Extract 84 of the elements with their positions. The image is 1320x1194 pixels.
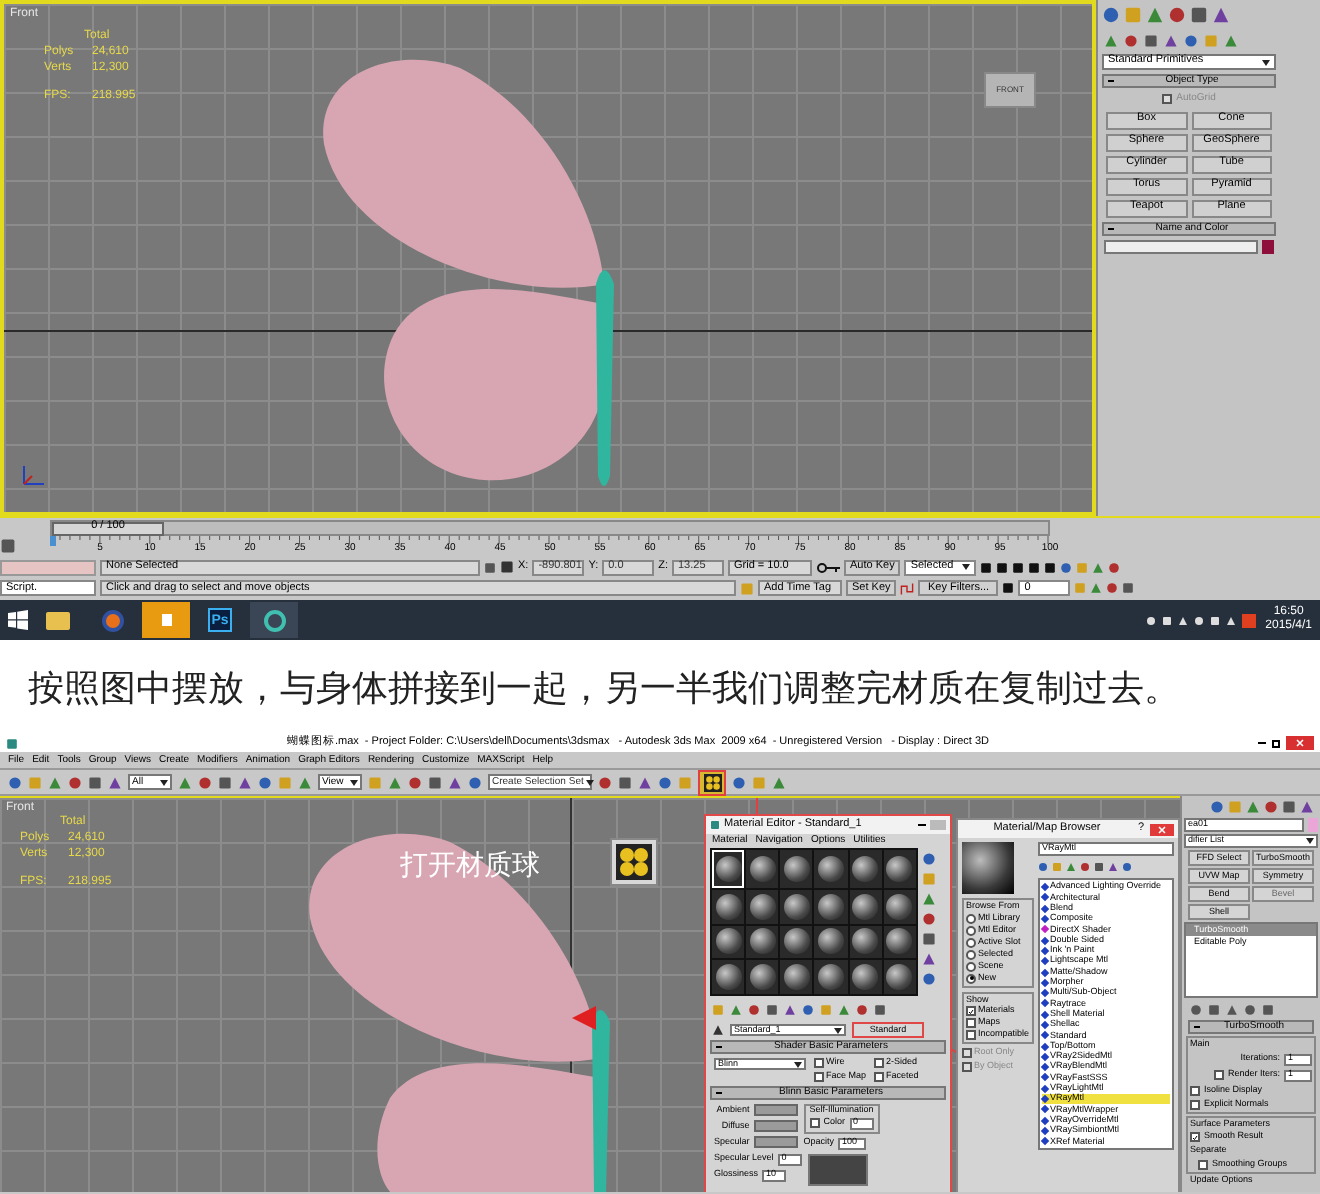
checkbox[interactable] (809, 1118, 820, 1128)
checkbox[interactable] (1190, 1085, 1200, 1095)
checkbox[interactable] (962, 1062, 972, 1072)
material-slot[interactable] (849, 960, 882, 994)
checkbox[interactable] (1190, 1099, 1200, 1109)
dropdown-caret-icon (962, 564, 971, 571)
material-slot[interactable] (814, 925, 848, 959)
annotation-text: 打开材质球 (400, 850, 540, 878)
dropdown-caret-icon (585, 779, 594, 785)
callout-line (756, 798, 758, 814)
material-balls-icon (703, 773, 721, 791)
dropdown-caret-icon (350, 779, 358, 785)
app-taskbar-icon[interactable] (250, 602, 298, 638)
radio-button[interactable] (966, 961, 976, 971)
material-slot[interactable] (780, 960, 813, 994)
radio-button[interactable] (966, 973, 976, 983)
checkbox[interactable] (962, 1048, 972, 1058)
close-button[interactable] (1150, 823, 1174, 835)
material-slot[interactable] (712, 850, 745, 888)
key-icon (816, 561, 840, 574)
color-swatch[interactable] (753, 1104, 798, 1116)
material-editor-button[interactable] (698, 769, 726, 795)
radio-button[interactable] (966, 949, 976, 959)
material-slot[interactable] (814, 960, 848, 994)
material-slot[interactable] (814, 850, 848, 888)
listener-field[interactable] (0, 559, 96, 576)
checkbox[interactable] (966, 1030, 976, 1040)
dropdown-caret-icon (1306, 838, 1314, 844)
material-slot[interactable] (712, 960, 745, 994)
windows-logo-icon[interactable] (8, 610, 28, 630)
checkbox[interactable] (966, 1018, 976, 1028)
material-slot[interactable] (780, 850, 813, 888)
material-slot[interactable] (849, 889, 882, 923)
radio-button[interactable] (966, 925, 976, 935)
checkbox[interactable] (874, 1058, 885, 1068)
material-slot[interactable] (780, 925, 813, 959)
material-slot[interactable] (780, 889, 813, 923)
material-slot[interactable] (883, 850, 916, 888)
material-preview (962, 842, 1014, 894)
highlight-curve-preview (807, 1153, 868, 1185)
dropdown-caret-icon (160, 779, 168, 785)
tray-app-icon (1241, 613, 1256, 627)
name-field[interactable] (1104, 239, 1258, 253)
checkbox[interactable] (966, 1006, 976, 1016)
key-curve-icon (900, 581, 915, 596)
color-swatch[interactable] (753, 1120, 798, 1132)
checkbox[interactable] (814, 1072, 824, 1082)
dropdown-caret-icon (1262, 59, 1270, 65)
material-balls-icon (610, 838, 658, 886)
checkbox[interactable] (1190, 1132, 1200, 1142)
material-slot[interactable] (883, 889, 916, 923)
color-swatch[interactable] (1262, 239, 1274, 253)
checkbox[interactable] (1162, 94, 1173, 105)
checkbox[interactable] (874, 1072, 885, 1082)
axis-gizmo-icon (572, 1006, 596, 1030)
object-color-swatch[interactable] (1308, 818, 1318, 832)
viewport[interactable] (0, 796, 1180, 1192)
close-button[interactable] (1286, 736, 1314, 750)
maximize-icon[interactable] (1272, 739, 1280, 747)
app-icon (710, 820, 720, 830)
color-swatch[interactable] (753, 1136, 798, 1148)
dropdown-caret-icon (834, 1027, 842, 1033)
material-slot[interactable] (712, 889, 745, 923)
material-slot[interactable] (746, 960, 779, 994)
radio-button[interactable] (966, 913, 976, 923)
material-slot[interactable] (814, 889, 848, 923)
material-slot[interactable] (746, 850, 779, 888)
radio-button[interactable] (966, 937, 976, 947)
material-slot[interactable] (883, 960, 916, 994)
caption: 按照图中摆放，与身体拼接到一起，另一半我们调整完材质在复制过去。 (28, 669, 1180, 705)
material-slot[interactable] (883, 925, 916, 959)
material-slot[interactable] (849, 850, 882, 888)
checkbox[interactable] (1198, 1159, 1208, 1169)
material-slot[interactable] (712, 925, 745, 959)
axis-tripod-icon (20, 460, 48, 488)
app-icon (6, 737, 18, 749)
material-slot[interactable] (849, 925, 882, 959)
dropdown-caret-icon (794, 1061, 802, 1067)
material-slot[interactable] (746, 925, 779, 959)
time-marker[interactable] (50, 536, 56, 546)
checkbox[interactable] (1213, 1070, 1224, 1080)
speaker-app-icon[interactable] (142, 602, 190, 638)
material-slot[interactable] (746, 889, 779, 923)
checkbox[interactable] (814, 1058, 824, 1068)
